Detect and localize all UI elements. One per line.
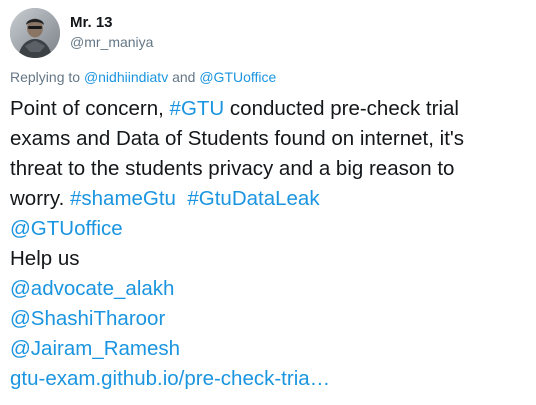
tweet-line: @advocate_alakh bbox=[10, 274, 530, 304]
tweet-line: @ShashiTharoor bbox=[10, 304, 530, 334]
tweet-text: Point of concern, #GTU conducted pre-che… bbox=[10, 94, 530, 394]
hashtag-shamegtu[interactable]: #shameGtu bbox=[70, 187, 176, 210]
hashtag-gtudataleak[interactable]: #GtuDataLeak bbox=[187, 187, 319, 210]
tweet-url-link[interactable]: gtu-exam.github.io/pre-check-tria… bbox=[10, 367, 330, 390]
tweet-line: Point of concern, #GTU conducted pre-che… bbox=[10, 94, 530, 124]
tweet-text-segment: worry. bbox=[10, 187, 70, 210]
mention-jairam-ramesh[interactable]: @Jairam_Ramesh bbox=[10, 337, 180, 360]
reply-mention-nidhiindiatv[interactable]: @nidhiindiatv bbox=[84, 69, 168, 85]
tweet-line: @Jairam_Ramesh bbox=[10, 334, 530, 364]
author-display-name[interactable]: Mr. 13 bbox=[70, 14, 153, 32]
tweet-card: Mr. 13 @mr_maniya Replying to @nidhiindi… bbox=[0, 0, 536, 405]
tweet-line: @GTUoffice bbox=[10, 214, 530, 244]
replying-to-label: Replying to bbox=[10, 69, 81, 85]
tweet-line: threat to the students privacy and a big… bbox=[10, 157, 455, 180]
tweet-text-segment: conducted pre-check trial bbox=[224, 97, 459, 120]
mention-shashitharoor[interactable]: @ShashiTharoor bbox=[10, 307, 165, 330]
tweet-line: worry. #shameGtu #GtuDataLeak bbox=[10, 184, 530, 214]
tweet-line: exams and Data of Students found on inte… bbox=[10, 127, 465, 150]
hashtag-gtu[interactable]: #GTU bbox=[170, 97, 225, 120]
user-avatar-icon bbox=[10, 8, 60, 58]
reply-mention-gtuoffice[interactable]: @GTUoffice bbox=[199, 69, 276, 85]
mention-advocate-alakh[interactable]: @advocate_alakh bbox=[10, 277, 174, 300]
mention-gtuoffice[interactable]: @GTUoffice bbox=[10, 217, 123, 240]
hashtag-spacer bbox=[176, 187, 187, 210]
tweet-text-segment: Point of concern, bbox=[10, 97, 170, 120]
tweet-line: gtu-exam.github.io/pre-check-tria… bbox=[10, 364, 530, 394]
avatar[interactable] bbox=[10, 8, 60, 58]
reply-context: Replying to @nidhiindiatv and @GTUoffice bbox=[10, 68, 276, 86]
author-handle[interactable]: @mr_maniya bbox=[70, 33, 153, 51]
author-names: Mr. 13 @mr_maniya bbox=[70, 14, 153, 51]
reply-connector: and bbox=[172, 69, 196, 85]
tweet-line: Help us bbox=[10, 247, 80, 270]
